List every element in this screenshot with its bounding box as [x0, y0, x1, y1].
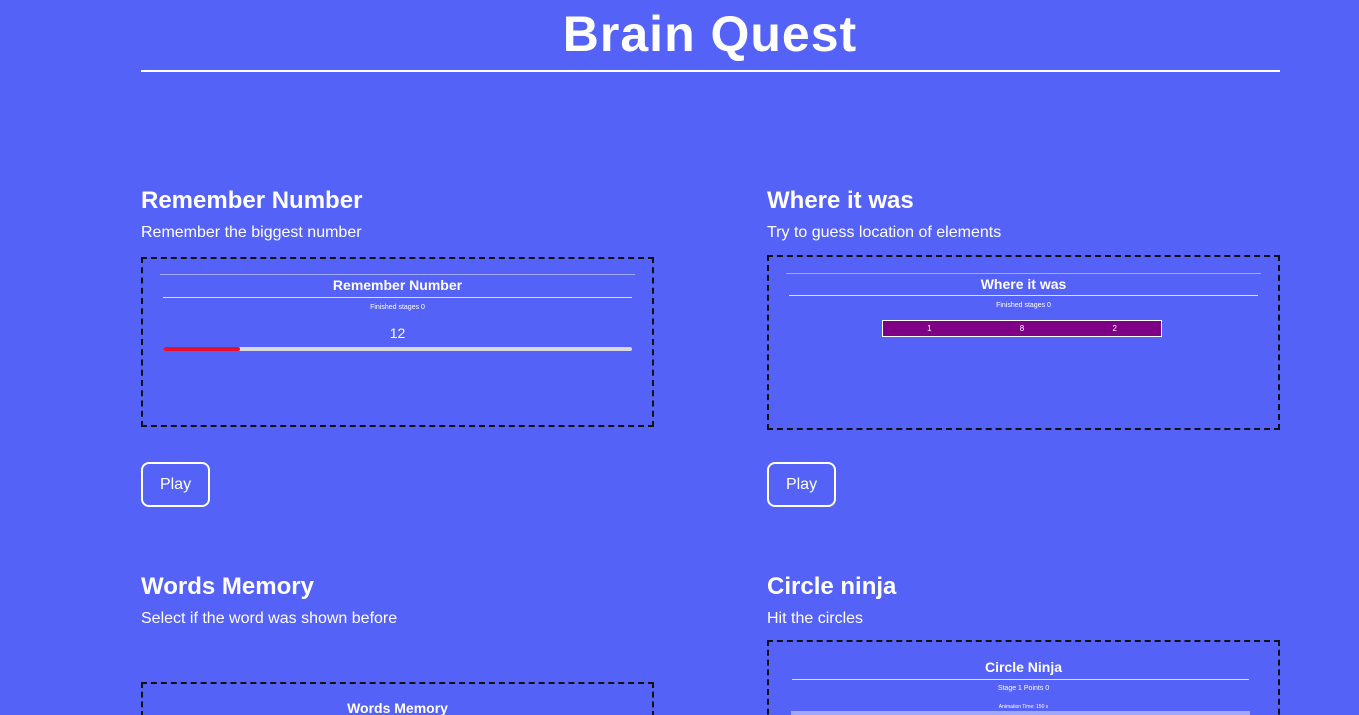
preview-top-divider: [786, 273, 1261, 274]
preview-divider: [163, 297, 632, 298]
game-preview: Where it was Finished stages 0 1 8 2: [767, 255, 1280, 430]
location-slots: 1 8 2: [882, 320, 1162, 337]
game-card-where-it-was: Where it was Try to guess location of el…: [767, 186, 1280, 508]
slot-item[interactable]: 8: [976, 321, 1069, 336]
timer-progress-fill: [163, 347, 241, 351]
game-area-bar: [791, 711, 1250, 715]
game-card-circle-ninja: Circle ninja Hit the circles Circle Ninj…: [767, 572, 1280, 715]
preview-title: Words Memory: [347, 700, 448, 715]
stage-points: Stage 1 Points 0: [997, 685, 1050, 692]
game-title: Circle ninja: [767, 573, 897, 600]
game-description: Select if the word was shown before: [141, 610, 398, 627]
game-title: Where it was: [767, 187, 914, 214]
game-card-remember-number: Remember Number Remember the biggest num…: [141, 186, 654, 508]
game-description: Try to guess location of elements: [767, 224, 1002, 241]
animation-time: Animation Time: 150 s: [998, 704, 1049, 710]
play-button-where-it-was[interactable]: Play: [767, 462, 836, 507]
finished-stages: Finished stages 0: [996, 302, 1051, 309]
remembered-number: 12: [389, 325, 406, 341]
game-card-words-memory: Words Memory Select if the word was show…: [141, 572, 654, 715]
preview-divider: [792, 679, 1249, 680]
page: Brain Quest Remember Number Remember the…: [0, 0, 1359, 715]
preview-title: Where it was: [980, 276, 1067, 292]
game-title: Remember Number: [141, 187, 363, 214]
preview-title: Circle Ninja: [984, 659, 1063, 675]
play-button-remember-number[interactable]: Play: [141, 462, 210, 507]
preview-top-divider: [160, 274, 635, 275]
game-preview: Words Memory: [141, 682, 654, 715]
title-divider: [141, 70, 1280, 72]
slot-item[interactable]: 2: [1068, 321, 1161, 336]
timer-progress-bar: [163, 347, 632, 351]
game-title: Words Memory: [141, 573, 314, 600]
preview-divider: [789, 295, 1258, 296]
game-description: Hit the circles: [767, 610, 864, 627]
game-preview: Circle Ninja Stage 1 Points 0 Animation …: [767, 640, 1280, 715]
preview-title: Remember Number: [332, 277, 463, 293]
slot-item[interactable]: 1: [883, 321, 976, 336]
site-title: Brain Quest: [562, 6, 858, 62]
game-description: Remember the biggest number: [141, 224, 362, 241]
game-preview: Remember Number Finished stages 0 12: [141, 257, 654, 427]
finished-stages: Finished stages 0: [370, 304, 425, 311]
